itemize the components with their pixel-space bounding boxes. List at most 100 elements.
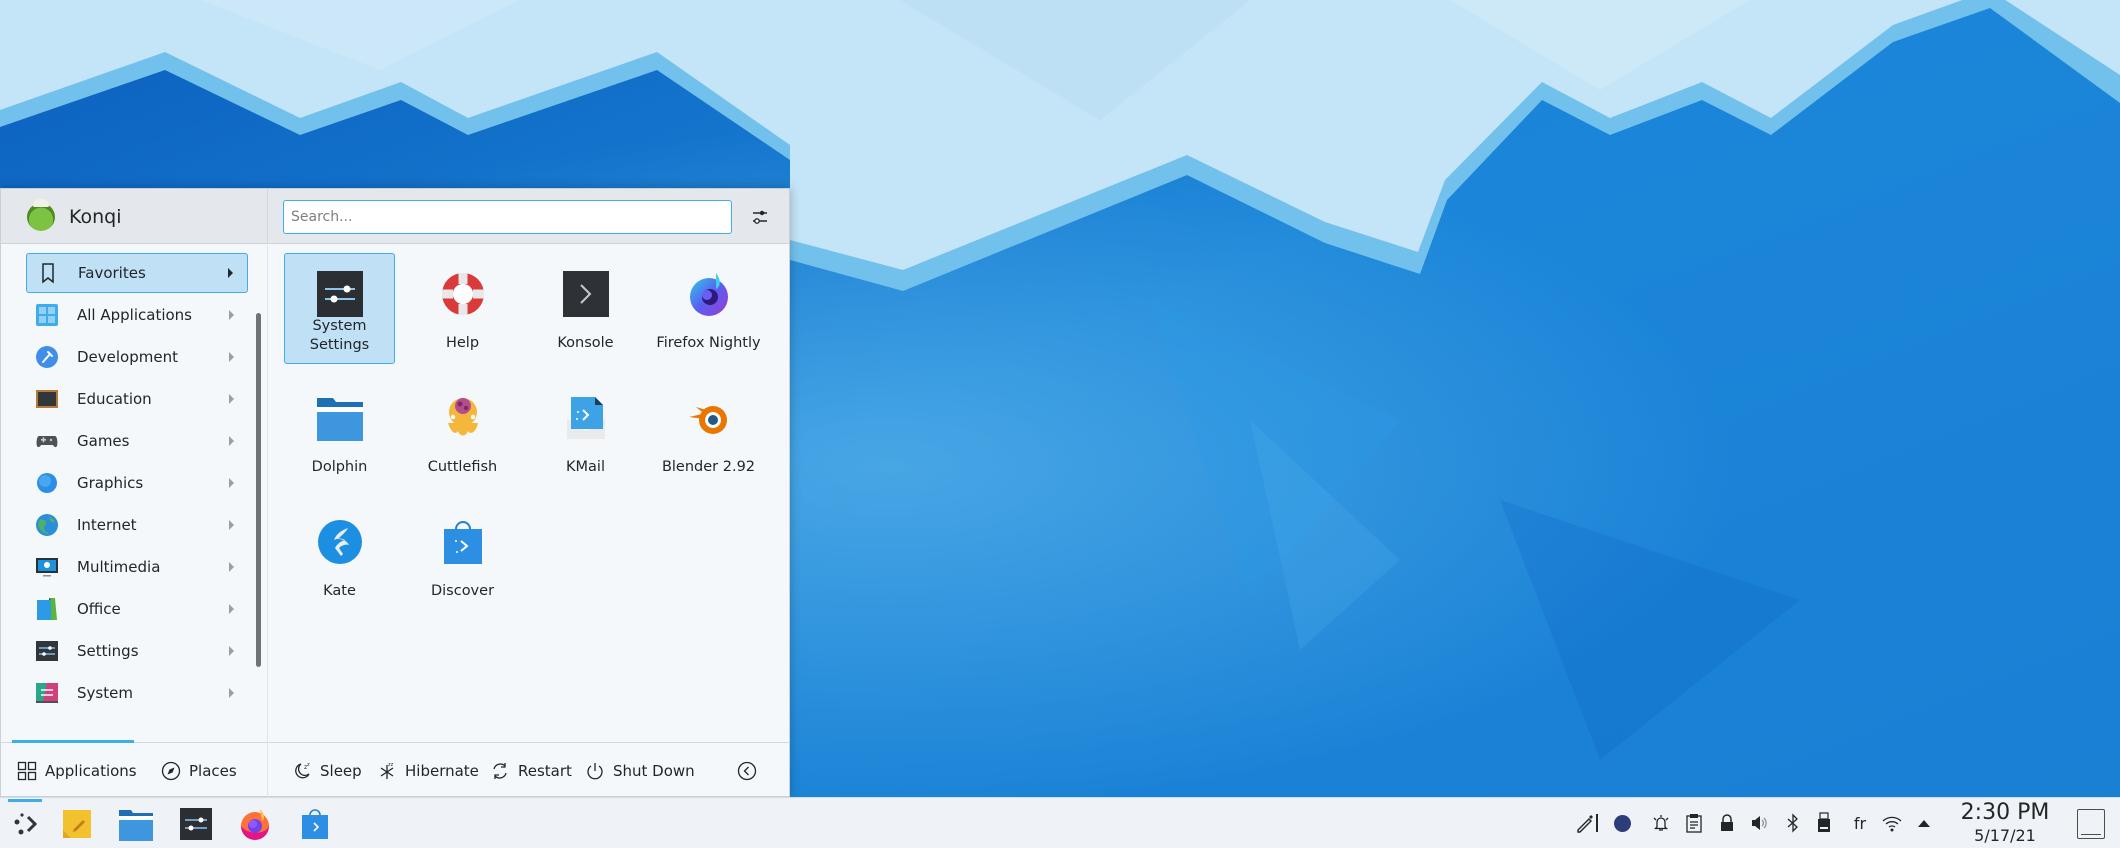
arrow-up-icon: [1918, 820, 1930, 827]
digital-clock[interactable]: 2:30 PM 5/17/21: [1955, 800, 2055, 845]
task-dolphin[interactable]: [118, 806, 154, 842]
power-label: Sleep: [320, 762, 362, 780]
leave-button[interactable]: [737, 757, 757, 785]
chevron-right-icon: [229, 520, 234, 530]
shutdown-icon: [587, 763, 603, 780]
show-desktop-button[interactable]: [2077, 809, 2105, 839]
menu-footer: Applications Places zz Sleep zz Hibernat…: [1, 683, 789, 798]
hibernate-icon: zz: [380, 762, 394, 779]
kate-icon: [317, 520, 362, 564]
globe-icon: [36, 514, 58, 536]
shutdown-button[interactable]: Shut Down: [585, 757, 695, 785]
app-system-settings[interactable]: System Settings: [284, 253, 395, 364]
chevron-right-icon: [229, 352, 234, 362]
svg-text:zz: zz: [388, 762, 394, 768]
app-blender[interactable]: Blender 2.92: [653, 377, 764, 488]
clock-time: 2:30 PM: [1960, 800, 2050, 825]
power-label: Restart: [518, 762, 572, 780]
app-label: Help: [445, 335, 480, 351]
firefox-nightly-icon: [689, 273, 728, 316]
tray-notifications[interactable]: [1649, 810, 1673, 836]
hibernate-button[interactable]: zz Hibernate: [377, 757, 479, 785]
category-multimedia[interactable]: Multimedia: [26, 547, 248, 587]
tray-bluetooth[interactable]: [1781, 810, 1805, 836]
task-notes[interactable]: [59, 806, 95, 842]
category-office[interactable]: Office: [26, 589, 248, 629]
taskbar: fr 2:30 PM 5/17/21: [0, 797, 2120, 848]
tray-network[interactable]: [1880, 810, 1904, 836]
tray-keyboard-layout[interactable]: fr: [1848, 810, 1872, 836]
search-input[interactable]: [283, 200, 732, 234]
restart-icon: [493, 763, 507, 779]
app-label: Firefox Nightly: [656, 335, 761, 351]
tray-usb-device[interactable]: [1812, 810, 1836, 836]
sleep-icon: zz: [295, 762, 310, 779]
clock-date: 5/17/21: [1974, 826, 2036, 845]
configure-button[interactable]: [747, 204, 773, 230]
system-settings-icon: [180, 808, 212, 840]
discover-icon: [443, 521, 482, 564]
chevron-right-icon: [229, 604, 234, 614]
app-label: System Settings: [309, 318, 370, 353]
tray-color-swatch[interactable]: [1610, 810, 1634, 836]
tab-applications[interactable]: Applications: [17, 757, 137, 785]
app-firefox-nightly[interactable]: Firefox Nightly: [653, 253, 764, 364]
kde-launcher-icon: [14, 813, 38, 835]
category-development[interactable]: Development: [26, 337, 248, 377]
menu-header: Konqi: [1, 189, 789, 244]
sleep-button[interactable]: zz Sleep: [292, 757, 362, 785]
tray-volume[interactable]: [1747, 810, 1771, 836]
category-education[interactable]: Education: [26, 379, 248, 419]
tab-places[interactable]: Places: [161, 757, 237, 785]
category-label: System: [77, 684, 133, 702]
app-dolphin[interactable]: Dolphin: [284, 377, 395, 488]
app-help[interactable]: Help: [407, 253, 518, 364]
category-internet[interactable]: Internet: [26, 505, 248, 545]
app-kmail[interactable]: KMail: [530, 377, 641, 488]
tray-expand-button[interactable]: [1912, 810, 1936, 836]
category-settings[interactable]: Settings: [26, 631, 248, 671]
chevron-right-icon: [229, 562, 234, 572]
category-system[interactable]: System: [26, 673, 248, 713]
tab-label: Places: [189, 762, 237, 780]
app-kate[interactable]: Kate: [284, 501, 395, 612]
kmail-icon: [566, 397, 605, 439]
tray-clipboard[interactable]: [1682, 810, 1706, 836]
all-apps-icon: [36, 304, 58, 326]
app-label: Discover: [430, 583, 495, 599]
category-graphics[interactable]: Graphics: [26, 463, 248, 503]
category-sidebar: Favorites All Applications Development E…: [1, 245, 267, 742]
clipboard-icon: [1686, 814, 1702, 833]
office-icon: [37, 598, 57, 620]
bluetooth-icon: [1787, 813, 1798, 833]
lock-icon: [1721, 814, 1733, 831]
app-discover[interactable]: Discover: [407, 501, 518, 612]
system-icon: [36, 683, 58, 703]
application-launcher-menu: Konqi Favorites All Applications Develop: [0, 188, 790, 798]
category-all-applications[interactable]: All Applications: [26, 295, 248, 335]
sidebar-scrollbar[interactable]: [256, 313, 261, 667]
category-favorites[interactable]: Favorites: [26, 253, 248, 293]
task-application-launcher[interactable]: [8, 806, 44, 842]
task-system-settings[interactable]: [178, 806, 214, 842]
compass-icon: [161, 761, 181, 781]
system-settings-icon: [316, 271, 363, 317]
restart-button[interactable]: Restart: [490, 757, 572, 785]
category-label: Settings: [77, 642, 139, 660]
discover-icon: [302, 809, 328, 839]
task-discover[interactable]: [297, 806, 333, 842]
app-cuttlefish[interactable]: Cuttlefish: [407, 377, 518, 488]
category-label: Graphics: [77, 474, 144, 492]
category-games[interactable]: Games: [26, 421, 248, 461]
app-label: Dolphin: [311, 459, 368, 475]
tray-lock[interactable]: [1715, 810, 1739, 836]
app-label: Cuttlefish: [427, 459, 498, 475]
color-swatch-icon: [1613, 814, 1631, 832]
user-info[interactable]: Konqi: [27, 199, 122, 233]
user-name: Konqi: [69, 206, 122, 228]
task-firefox[interactable]: [237, 806, 273, 842]
multimedia-icon: [36, 558, 58, 577]
dolphin-folder-icon: [119, 810, 153, 841]
chevron-right-icon: [229, 478, 234, 488]
app-konsole[interactable]: Konsole: [530, 253, 641, 364]
